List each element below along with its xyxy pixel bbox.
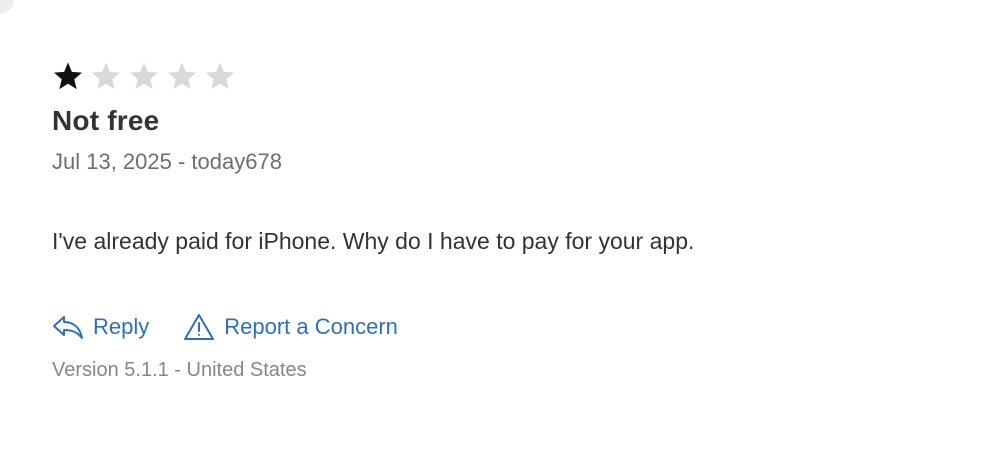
review-body: I've already paid for iPhone. Why do I h… <box>52 228 695 254</box>
star-icon <box>130 62 158 90</box>
star-icon <box>54 62 82 90</box>
reply-label: Reply <box>93 314 150 339</box>
reply-arrow-icon <box>53 316 83 339</box>
star-rating <box>52 56 952 96</box>
review-title: Not free <box>52 105 160 136</box>
report-concern-label: Report a Concern <box>224 314 398 339</box>
review-card: Not free Jul 13, 2025 - today678 I've al… <box>52 56 952 383</box>
report-concern-button[interactable]: Report a Concern <box>183 313 398 341</box>
window-corner <box>0 0 14 14</box>
version-info: Version 5.1.1 - United States <box>52 359 307 381</box>
warning-triangle-icon <box>184 314 215 340</box>
star-icon <box>92 62 120 90</box>
review-meta: Jul 13, 2025 - today678 <box>52 149 282 174</box>
star-icon <box>168 62 196 90</box>
review-actions: Reply Report a Concern <box>52 313 952 341</box>
star-icon <box>206 62 234 90</box>
reply-button[interactable]: Reply <box>52 313 149 341</box>
